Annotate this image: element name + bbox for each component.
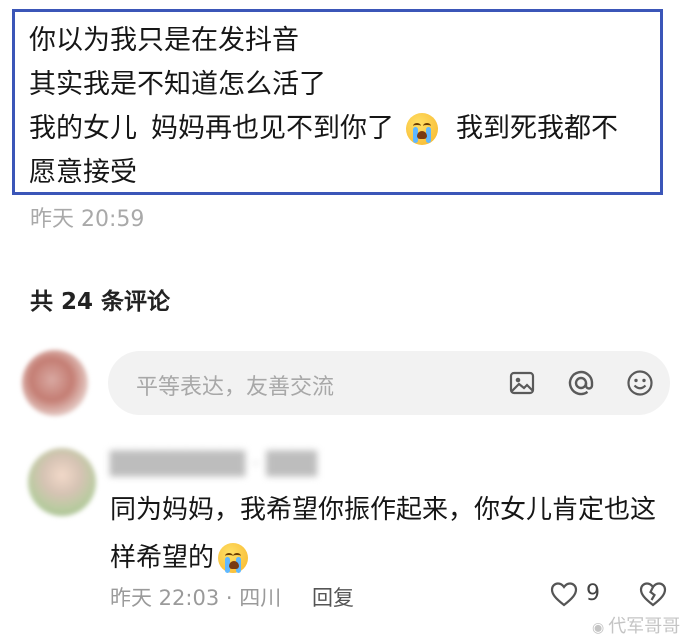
comment-input-placeholder: 平等表达，友善交流: [136, 375, 335, 400]
comment-text: 样希望的: [110, 543, 215, 573]
post-timestamp: 昨天 20:59: [30, 207, 145, 232]
crying-emoji-icon: [218, 543, 249, 573]
like-count: 9: [586, 581, 600, 606]
heart-icon[interactable]: [549, 580, 579, 608]
emoji-icon[interactable]: [626, 369, 654, 397]
at-icon[interactable]: [567, 369, 595, 397]
commenter-avatar[interactable]: [28, 448, 96, 516]
post-line: 愿意接受: [29, 157, 137, 188]
comment-input[interactable]: 平等表达，友善交流: [108, 351, 670, 415]
post-line: 我的女儿 妈妈再也见不到你了 我到死我都不: [29, 107, 660, 151]
broken-heart-icon[interactable]: [638, 580, 668, 608]
weibo-logo-icon: ◉: [592, 620, 605, 636]
comment-meta: 昨天 22:03 · 四川: [110, 586, 282, 610]
post-text: 我的女儿: [29, 113, 137, 144]
post-text: 妈妈再也见不到你了: [151, 113, 394, 144]
post-line: 其实我是不知道怎么活了: [29, 69, 326, 100]
image-icon[interactable]: [508, 369, 536, 397]
comment-line: 同为妈妈，我希望你振作起来，你女儿肯定也这: [110, 495, 657, 525]
comment-count: 共 24 条评论: [30, 289, 171, 315]
comment-body: 同为妈妈，我希望你振作起来，你女儿肯定也这 样希望的: [110, 486, 680, 582]
crying-emoji-icon: [406, 113, 438, 145]
reply-button[interactable]: 回复: [312, 582, 354, 612]
commenter-name-blurred[interactable]: ████████ · ███: [110, 452, 317, 477]
post-line: 你以为我只是在发抖音: [29, 25, 299, 56]
post-text: 我到死我都不: [456, 113, 618, 144]
watermark-text: 代军哥哥: [608, 616, 681, 637]
watermark: ◉ 代军哥哥: [592, 612, 680, 638]
comment-line: 样希望的: [110, 534, 680, 582]
comment-page: 你以为我只是在发抖音 其实我是不知道怎么活了 我的女儿 妈妈再也见不到你了 我到…: [0, 0, 700, 640]
my-avatar: [22, 350, 88, 416]
post-content: 你以为我只是在发抖音 其实我是不知道怎么活了 我的女儿 妈妈再也见不到你了 我到…: [12, 9, 663, 195]
